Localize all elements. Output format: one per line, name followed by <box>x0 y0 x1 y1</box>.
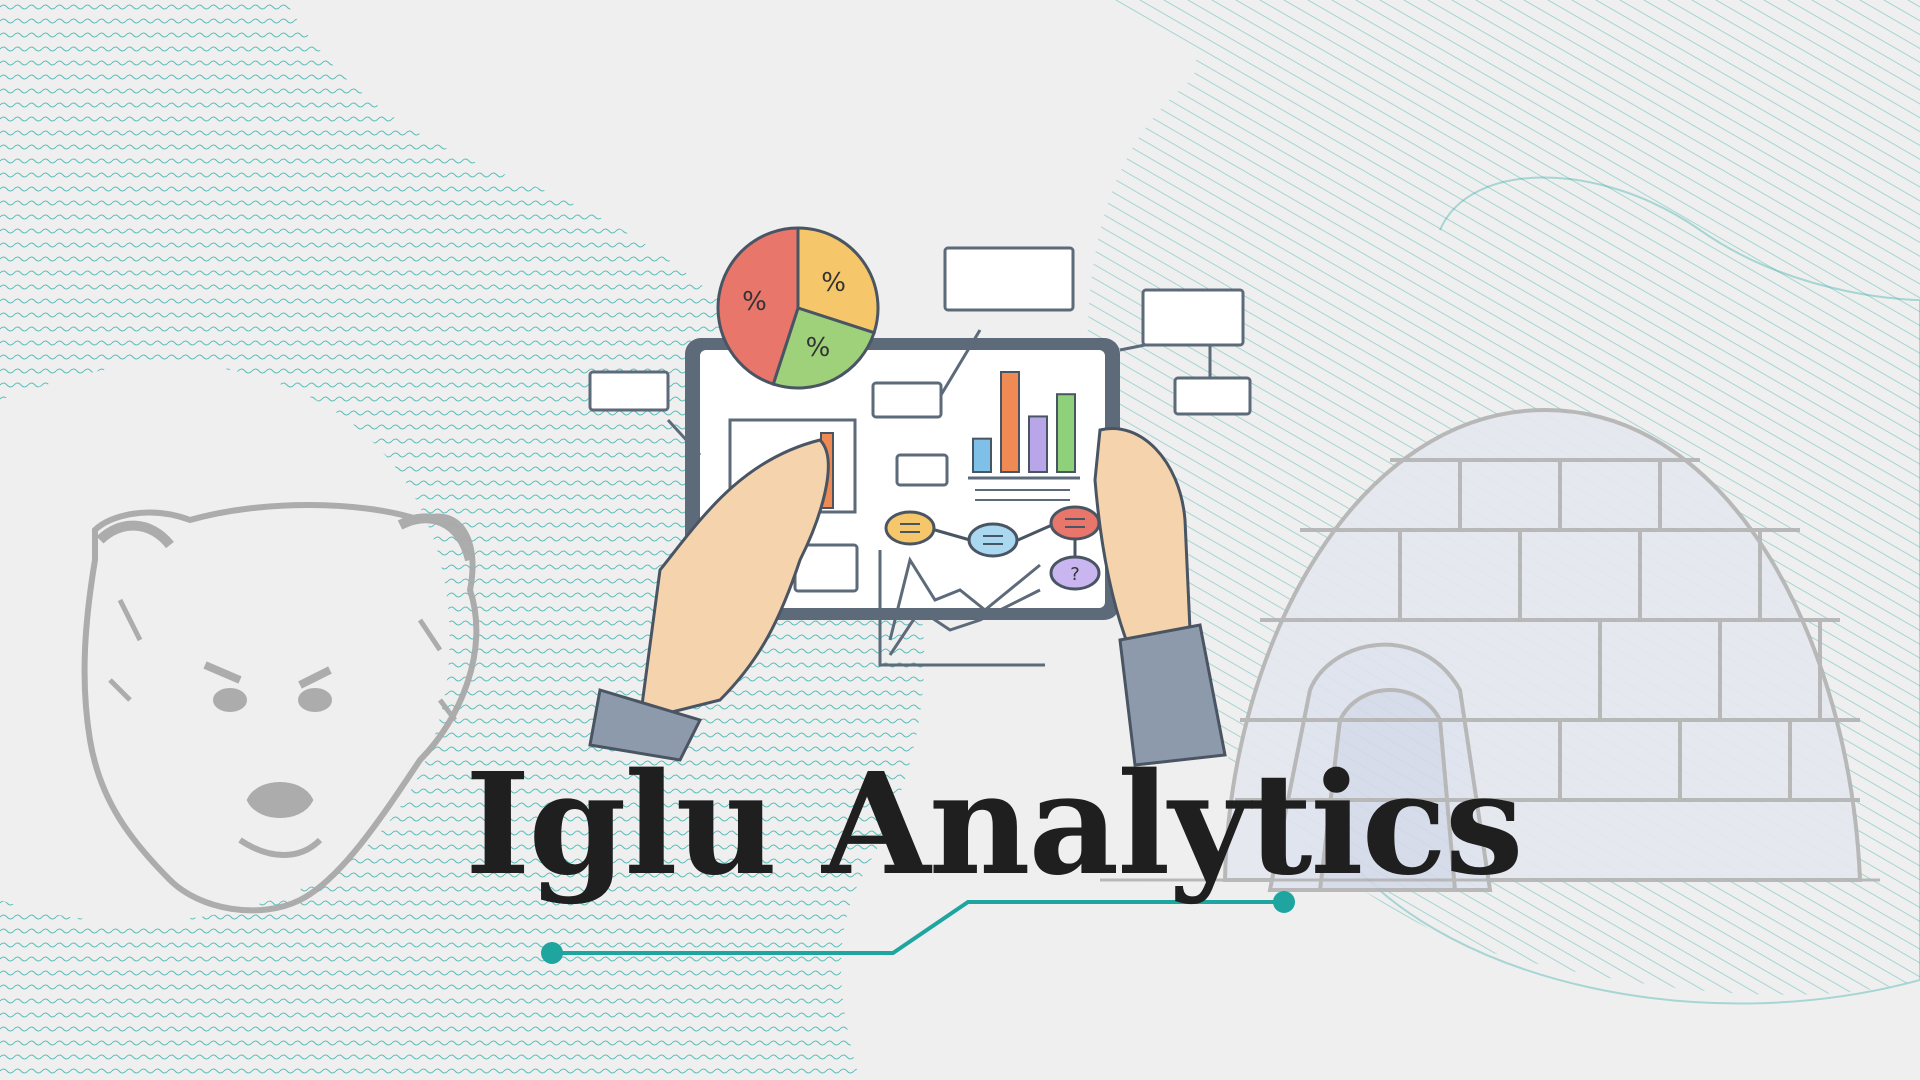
pie-slice-label: % <box>742 287 767 317</box>
flow-node <box>884 510 936 546</box>
pie-chart-icon: %%% <box>716 226 880 390</box>
bar <box>1028 415 1048 474</box>
flow-node <box>1049 505 1101 541</box>
pie-slice-label: % <box>806 333 831 363</box>
banner-artwork: ? %%% <box>0 0 1920 1080</box>
flow-node-label: ? <box>1070 564 1080 585</box>
pie-slice-label: % <box>821 268 846 298</box>
bar <box>972 437 992 473</box>
bar <box>1056 393 1076 474</box>
flow-node <box>967 522 1019 558</box>
page-title: Iglu Analytics <box>465 743 1524 907</box>
bar <box>1000 371 1020 473</box>
